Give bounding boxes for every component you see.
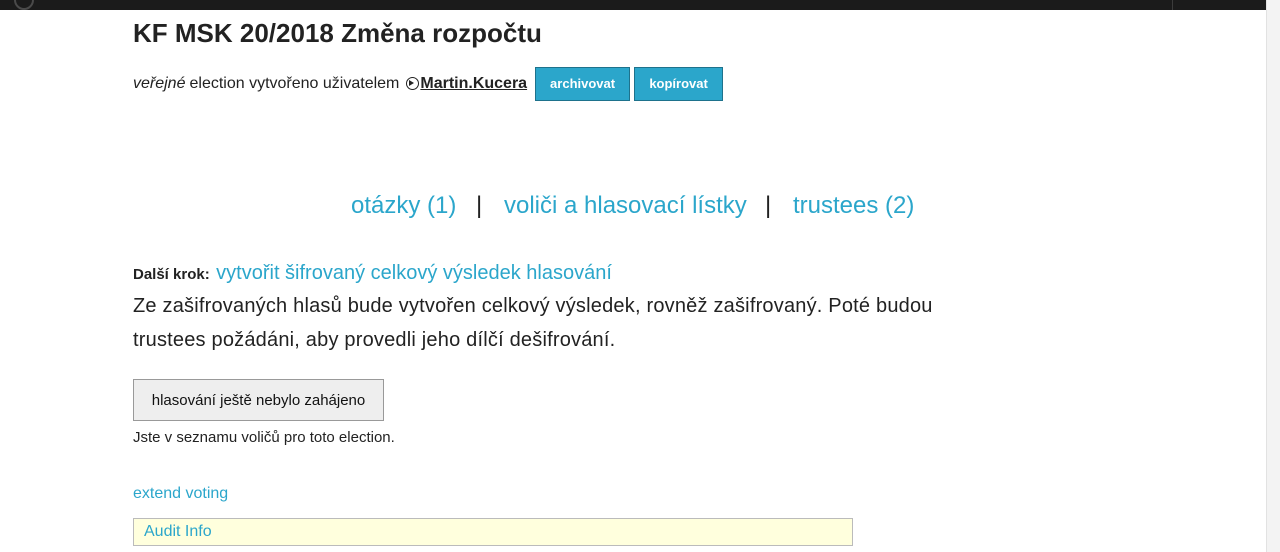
next-step: Další krok: vytvořit šifrovaný celkový v… — [133, 262, 612, 285]
top-navigation-bar — [0, 0, 1266, 10]
nav-separator: | — [476, 192, 483, 219]
next-step-label: Další krok: — [133, 266, 210, 283]
next-step-description: Ze zašifrovaných hlasů bude vytvořen cel… — [133, 295, 933, 351]
compute-tally-link[interactable]: vytvořit šifrovaný celkový výsledek hlas… — [216, 262, 612, 284]
creator-link[interactable]: Martin.Kucera — [420, 75, 527, 93]
election-meta: veřejné election vytvořeno uživatelem Ma… — [133, 66, 724, 101]
election-sections-nav: otázky (1) | voliči a hlasovací lístky |… — [133, 190, 1133, 224]
tab-trustees[interactable]: trustees (2) — [793, 192, 914, 220]
tab-voters-and-ballots[interactable]: voliči a hlasovací lístky — [504, 192, 747, 220]
nav-separator: | — [765, 192, 772, 219]
tab-questions[interactable]: otázky (1) — [351, 192, 456, 220]
topbar-divider — [1172, 0, 1173, 10]
voting-status-button[interactable]: hlasování ještě nebylo zahájeno — [133, 379, 384, 421]
audit-info-panel[interactable]: Audit Info — [133, 518, 853, 546]
logo-icon[interactable] — [14, 0, 34, 10]
user-icon — [406, 77, 420, 90]
visibility-label: veřejné — [133, 74, 186, 92]
created-by-text: election vytvořeno uživatelem — [189, 74, 400, 92]
page-title: KF MSK 20/2018 Změna rozpočtu — [133, 18, 542, 48]
extend-voting-link[interactable]: extend voting — [133, 485, 228, 503]
vertical-scrollbar[interactable] — [1266, 0, 1280, 552]
archive-button[interactable]: archivovat — [535, 66, 631, 101]
copy-button[interactable]: kopírovat — [634, 66, 724, 101]
voter-eligibility-note: Jste v seznamu voličů pro toto election. — [133, 429, 395, 446]
